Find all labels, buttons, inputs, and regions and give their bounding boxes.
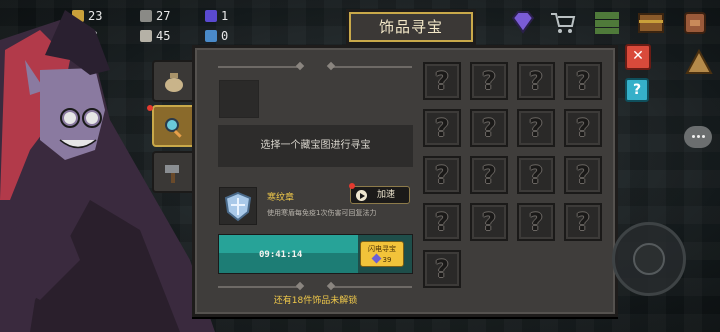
gem-icon [371, 253, 381, 264]
locked-accessory-slot[interactable]: ? [564, 156, 602, 194]
question-mark-icon: ? [482, 208, 496, 236]
question-mark-icon: ? [576, 67, 590, 95]
magnifier-icon [165, 118, 182, 138]
locked-accessory-slot[interactable]: ? [564, 109, 602, 147]
joystick-knob[interactable] [633, 243, 665, 275]
speed-up-label: 加速 [377, 190, 396, 200]
tent-icon[interactable] [684, 48, 714, 76]
locked-accessory-slot[interactable]: ? [517, 62, 555, 100]
close-icon: ✕ [632, 48, 644, 64]
question-mark-icon: ? [435, 161, 449, 189]
hunt-timer: 09:41:14 [259, 250, 303, 260]
locked-accessory-slot[interactable]: ? [423, 62, 461, 100]
notification-dot [349, 183, 355, 189]
locked-accessory-slot[interactable]: ? [564, 62, 602, 100]
tab-forge[interactable] [152, 151, 196, 193]
flash-hunt-button[interactable]: 闪电寻宝 39 [360, 241, 404, 267]
notification-dot [147, 105, 153, 111]
locked-accessory-slot[interactable]: ? [470, 109, 508, 147]
chest-icon[interactable] [636, 8, 666, 36]
hunt-prompt: 选择一个藏宝图进行寻宝 [218, 125, 413, 167]
locked-accessory-slot[interactable]: ? [470, 156, 508, 194]
locked-accessory-slot[interactable]: ? [470, 203, 508, 241]
question-mark-icon: ? [482, 161, 496, 189]
hammer-icon [165, 165, 179, 183]
locked-accessory-slot[interactable]: ? [470, 62, 508, 100]
help-button[interactable]: ? [625, 78, 649, 102]
question-mark-icon: ? [435, 255, 449, 283]
gem-icon[interactable] [508, 8, 538, 36]
panel-title: 饰品寻宝 [346, 9, 476, 45]
close-button[interactable]: ✕ [625, 44, 651, 70]
tab-bag[interactable] [152, 60, 196, 102]
backpack-icon[interactable] [680, 8, 710, 36]
treasure-bag-icon [165, 73, 183, 92]
divider [218, 286, 298, 288]
game-screen: 23 27 1 618 45 0 [0, 0, 720, 332]
question-mark-icon: ? [529, 208, 543, 236]
locked-accessory-slot[interactable]: ? [517, 203, 555, 241]
locked-accessory-slot[interactable]: ? [423, 250, 461, 288]
speed-up-button[interactable]: 加速 [350, 186, 410, 204]
shop-cart-icon[interactable] [548, 8, 578, 36]
question-mark-icon: ? [576, 114, 590, 142]
locked-accessory-slot[interactable]: ? [423, 156, 461, 194]
locked-accessory-slot[interactable]: ? [564, 203, 602, 241]
accessory-description: 使用寒盾每免疫1次伤害可回复法力 [267, 209, 377, 217]
treasure-map-slot[interactable] [219, 80, 259, 118]
question-mark-icon: ? [482, 114, 496, 142]
divider [330, 66, 412, 68]
tab-accessory-hunt[interactable] [152, 105, 196, 147]
question-mark-icon: ? [435, 208, 449, 236]
accessory-name: 寒纹章 [267, 193, 295, 203]
question-mark-icon: ? [482, 67, 496, 95]
play-icon [356, 190, 367, 201]
question-mark-icon: ? [576, 208, 590, 236]
divider [330, 286, 412, 288]
question-mark-icon: ? [435, 114, 449, 142]
question-mark-icon: ? [529, 67, 543, 95]
locked-count-text: 还有18件饰品未解锁 [273, 296, 358, 306]
question-mark-icon: ? [529, 161, 543, 189]
question-mark-icon: ? [529, 114, 543, 142]
chat-button[interactable] [684, 126, 712, 148]
inventory-icon[interactable] [592, 8, 622, 36]
question-mark-icon: ? [435, 67, 449, 95]
locked-accessory-slot[interactable]: ? [517, 109, 555, 147]
accessory-icon [219, 187, 257, 225]
flash-hunt-cost: 39 [361, 253, 403, 265]
locked-accessory-slot[interactable]: ? [517, 156, 555, 194]
locked-accessory-slot[interactable]: ? [423, 203, 461, 241]
shield-icon [224, 191, 252, 222]
flash-hunt-label: 闪电寻宝 [368, 245, 396, 253]
virtual-joystick[interactable] [612, 222, 686, 296]
question-mark-icon: ? [576, 161, 590, 189]
divider [218, 66, 298, 68]
help-icon: ? [632, 82, 642, 98]
locked-accessory-slot[interactable]: ? [423, 109, 461, 147]
